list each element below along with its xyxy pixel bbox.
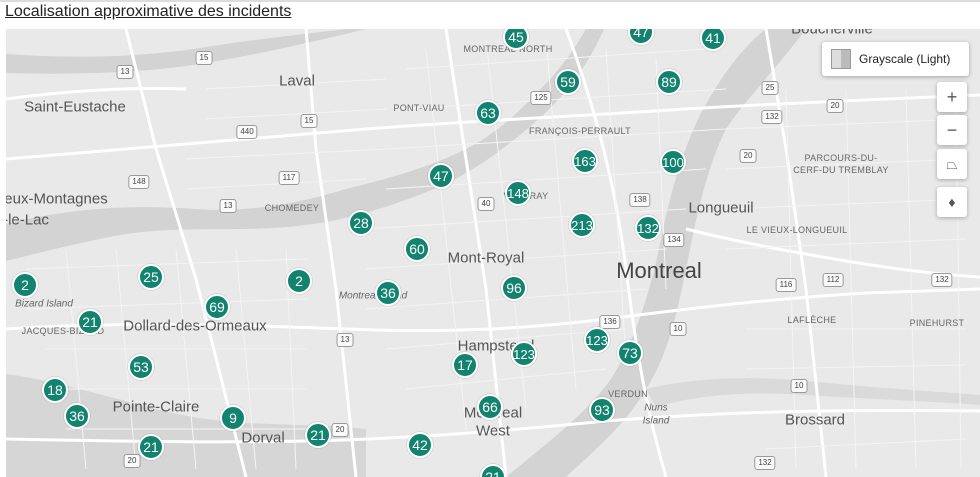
incident-cluster-marker[interactable]: 148 xyxy=(505,180,531,206)
route-shield: 10 xyxy=(790,379,808,393)
incident-cluster-marker[interactable]: 18 xyxy=(42,377,68,403)
route-shield: 136 xyxy=(599,315,621,329)
place-label: Montreal xyxy=(616,258,702,283)
incident-cluster-marker[interactable]: 21 xyxy=(305,422,331,448)
incident-cluster-marker[interactable]: 93 xyxy=(589,397,615,423)
place-label: Dollard-des-Ormeaux xyxy=(123,317,267,335)
route-shield: 13 xyxy=(116,65,134,79)
place-label: FRANÇOIS-PERRAULT xyxy=(529,126,631,136)
place-label: PINEHURST xyxy=(909,318,965,328)
basemap-layer-control[interactable]: Grayscale (Light) xyxy=(822,42,969,76)
top-border xyxy=(0,0,980,2)
incident-cluster-marker[interactable]: 123 xyxy=(511,341,537,367)
place-label: Longueuil xyxy=(688,199,754,217)
route-shield: 440 xyxy=(236,125,258,139)
place-label: Boucherville xyxy=(791,29,873,38)
layer-label: Grayscale (Light) xyxy=(859,52,951,66)
incident-cluster-marker[interactable]: 123 xyxy=(584,327,610,353)
incident-cluster-marker[interactable]: 2 xyxy=(12,272,38,298)
incident-cluster-marker[interactable]: 2 xyxy=(286,268,312,294)
incident-cluster-marker[interactable]: 96 xyxy=(501,275,527,301)
route-shield: 132 xyxy=(931,273,953,287)
route-shield: 20 xyxy=(331,423,349,437)
route-shield: 20 xyxy=(739,149,757,163)
route-shield: 148 xyxy=(128,175,150,189)
route-shield: 134 xyxy=(663,233,685,247)
route-shield: 25 xyxy=(761,81,779,95)
incident-cluster-marker[interactable]: 69 xyxy=(204,294,230,320)
zoom-out-button[interactable]: − xyxy=(937,115,967,145)
incident-cluster-marker[interactable]: 100 xyxy=(660,149,686,175)
incident-cluster-marker[interactable]: 132 xyxy=(635,215,661,241)
route-shield: 13 xyxy=(336,333,354,347)
incident-cluster-marker[interactable]: 53 xyxy=(128,354,154,380)
route-shield: 112 xyxy=(822,273,844,287)
place-label: LE VIEUX-LONGUEUIL xyxy=(746,225,848,235)
place-label: LAFLÈCHE xyxy=(787,315,837,325)
page-title: Localisation approximative des incidents xyxy=(5,3,292,20)
route-shield: 15 xyxy=(300,114,318,128)
place-label: Laval xyxy=(279,72,315,90)
route-shield: 116 xyxy=(775,278,797,292)
incident-cluster-marker[interactable]: 59 xyxy=(555,69,581,95)
place-label: VERDUN xyxy=(608,389,648,399)
incident-cluster-marker[interactable]: 213 xyxy=(569,212,595,238)
incident-cluster-marker[interactable]: 47 xyxy=(428,163,454,189)
incident-cluster-marker[interactable]: 89 xyxy=(656,69,682,95)
incident-cluster-marker[interactable]: 66 xyxy=(477,394,503,420)
incident-cluster-marker[interactable]: 9 xyxy=(220,405,246,431)
place-label: Mont-Royal xyxy=(447,249,525,267)
incident-cluster-marker[interactable]: 36 xyxy=(375,280,401,306)
compass-button[interactable]: ♦ xyxy=(937,187,967,217)
incident-cluster-marker[interactable]: 42 xyxy=(407,432,433,458)
route-shield: 15 xyxy=(195,51,213,65)
incident-cluster-marker[interactable]: 21 xyxy=(138,434,164,460)
place-label: PONT-VIAU xyxy=(393,103,445,113)
zoom-in-button[interactable]: + xyxy=(937,82,967,112)
incident-cluster-marker[interactable]: 17 xyxy=(452,352,478,378)
place-label: West xyxy=(476,422,510,440)
tilt-button[interactable]: ⏢ xyxy=(937,149,967,179)
place-label: Dorval xyxy=(241,429,285,447)
place-label: -le-Lac xyxy=(6,211,49,229)
incident-cluster-marker[interactable]: 25 xyxy=(138,264,164,290)
place-label: eux-Montagnes xyxy=(6,190,108,208)
route-shield: 132 xyxy=(761,110,783,124)
place-label: Nuns xyxy=(644,402,668,414)
place-label: Saint-Eustache xyxy=(24,98,126,116)
route-shield: 10 xyxy=(669,322,687,336)
place-label: Pointe-Claire xyxy=(112,398,200,416)
map-view[interactable]: Laval Saint-Eustache eux-Montagnes -le-Lac M… xyxy=(6,29,980,477)
place-label: Island xyxy=(642,415,670,427)
route-shield: 138 xyxy=(629,193,651,207)
place-label: PARCOURS-DU- xyxy=(804,153,878,163)
place-label: Bizard Island xyxy=(15,298,73,310)
incident-cluster-marker[interactable]: 163 xyxy=(572,148,598,174)
incident-cluster-marker[interactable]: 21 xyxy=(77,309,103,335)
place-label: CERF-DU TREMBLAY xyxy=(793,165,889,175)
route-shield: 20 xyxy=(123,454,141,468)
layer-swatch-icon xyxy=(831,49,851,69)
incident-cluster-marker[interactable]: 63 xyxy=(475,100,501,126)
route-shield: 125 xyxy=(530,91,552,105)
incident-cluster-marker[interactable]: 60 xyxy=(404,236,430,262)
route-shield: 40 xyxy=(477,197,495,211)
incident-cluster-marker[interactable]: 73 xyxy=(617,340,643,366)
incident-cluster-marker[interactable]: 36 xyxy=(64,403,90,429)
place-label: Brossard xyxy=(784,411,846,429)
route-shield: 13 xyxy=(219,199,237,213)
route-shield: 117 xyxy=(278,171,300,185)
incident-cluster-marker[interactable]: 28 xyxy=(348,210,374,236)
place-label: CHOMEDEY xyxy=(264,203,320,213)
route-shield: 20 xyxy=(826,99,844,113)
route-shield: 132 xyxy=(754,456,776,470)
